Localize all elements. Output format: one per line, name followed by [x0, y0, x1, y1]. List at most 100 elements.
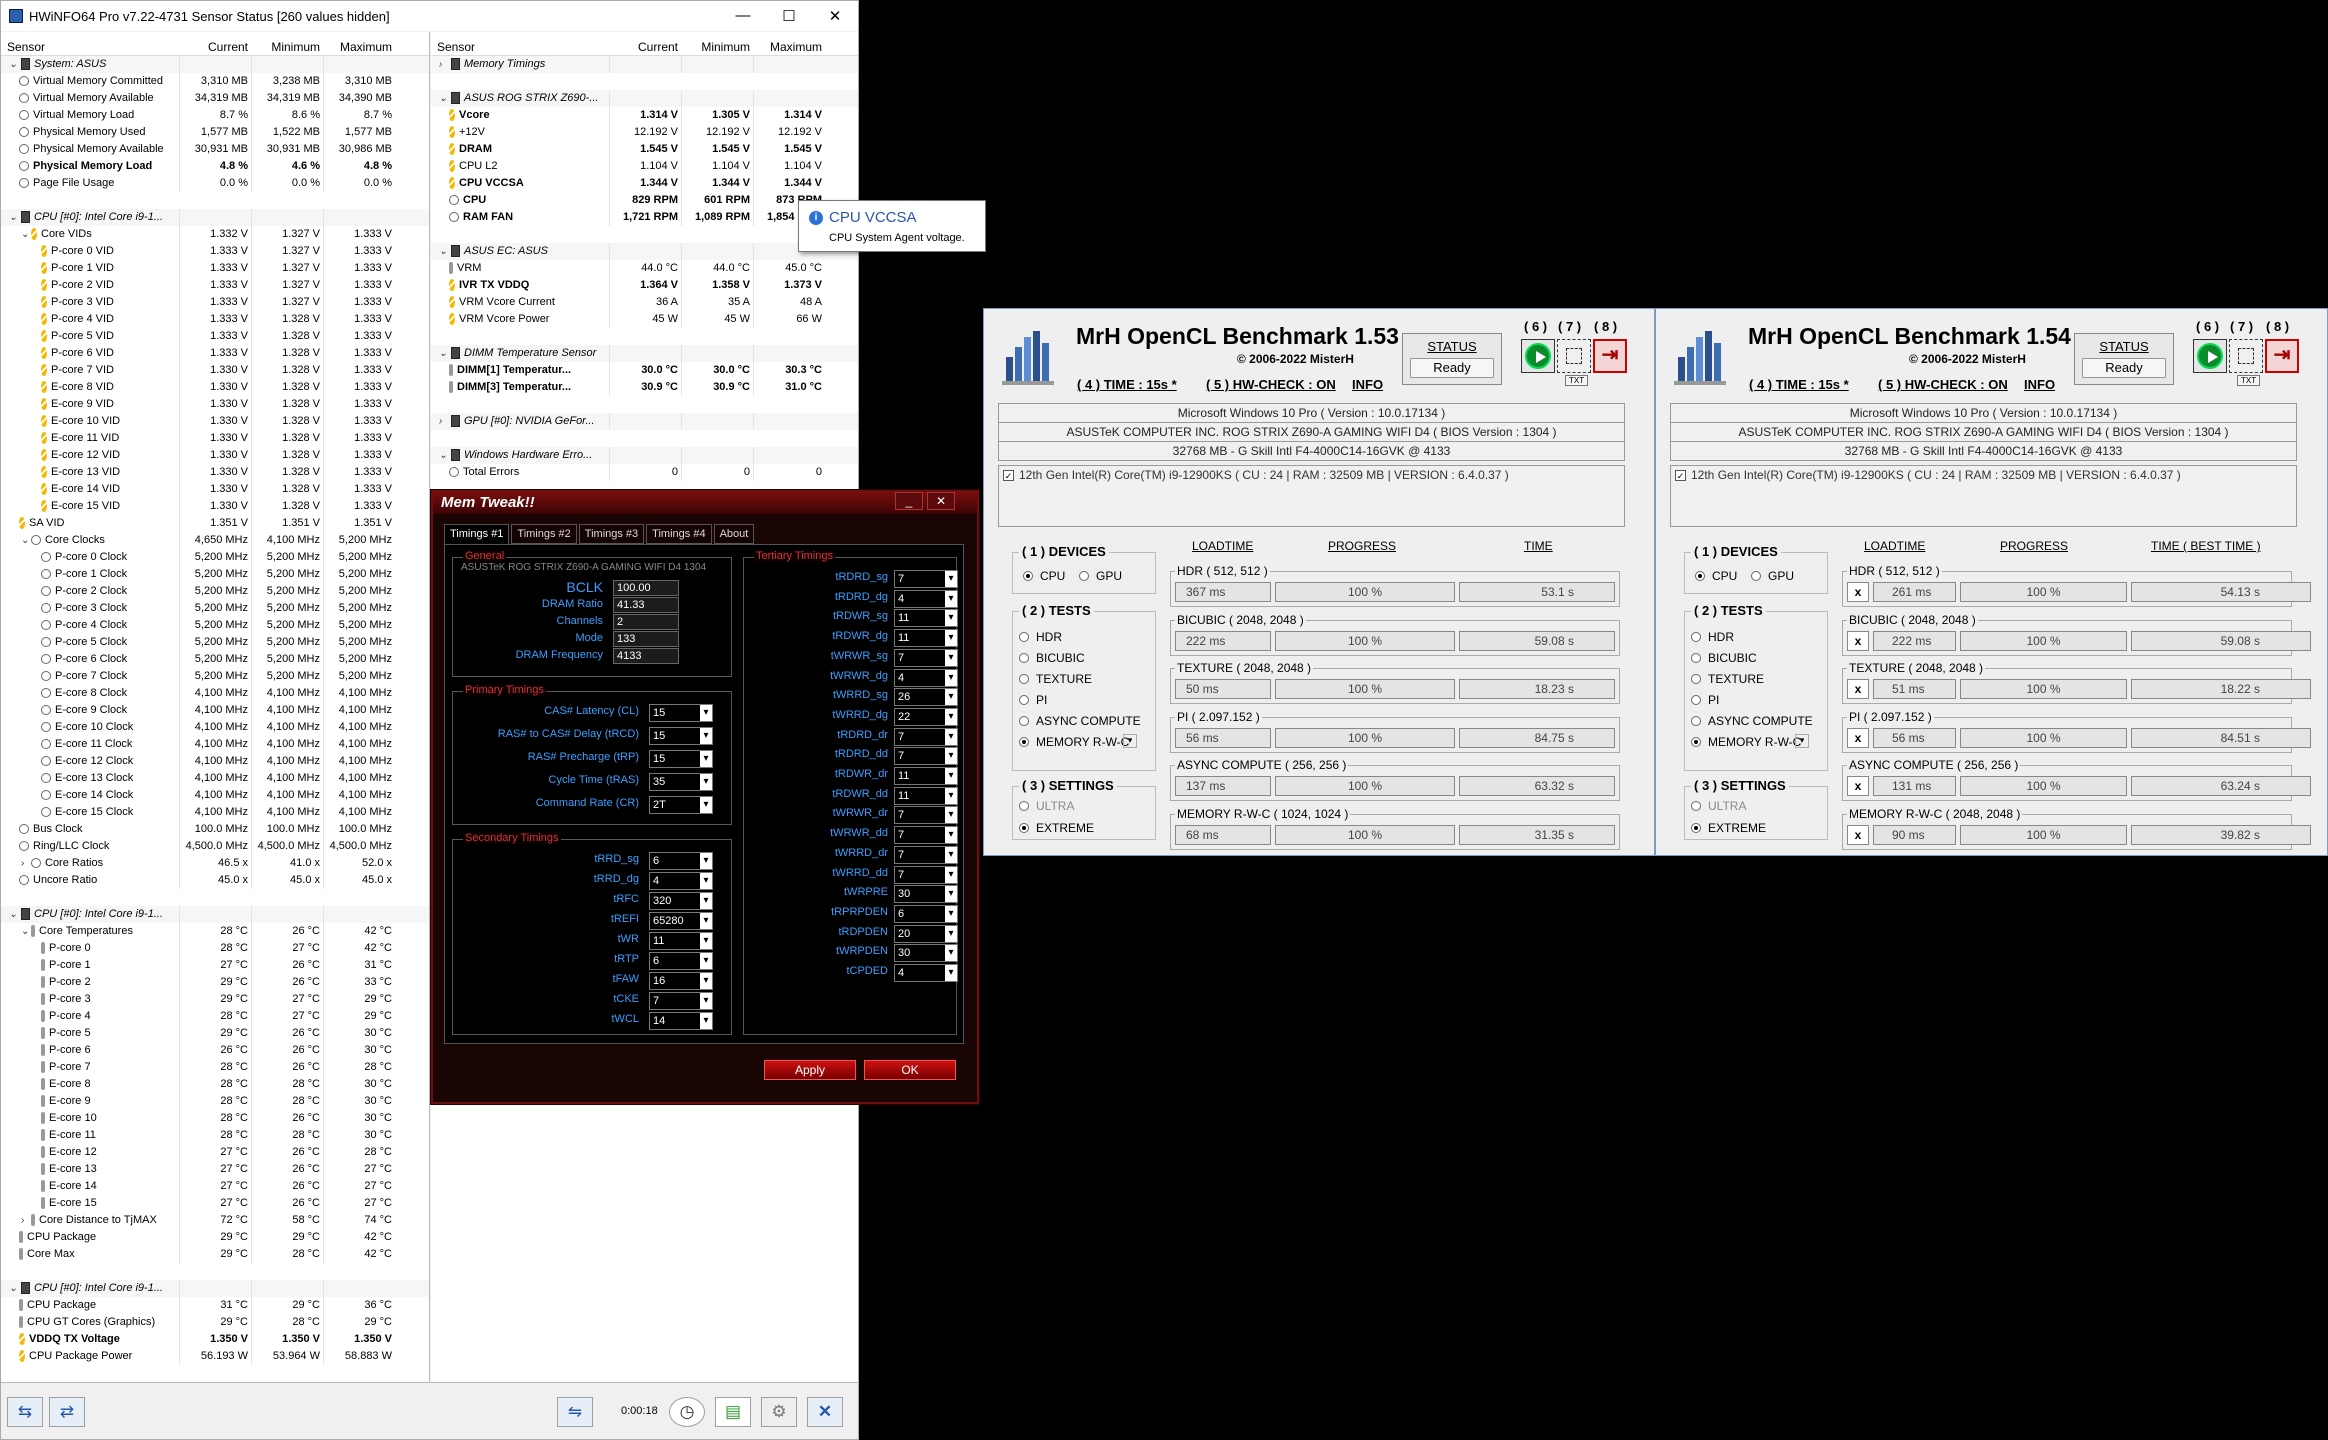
sensor-row[interactable]: P-core 0 VID 1.333 V 1.327 V 1.333 V [1, 243, 429, 260]
collapse-icon[interactable]: ⌄ [9, 906, 19, 923]
sensor-row[interactable]: Page File Usage 0.0 % 0.0 % 0.0 % [1, 175, 429, 192]
timing-dropdown[interactable]: 11 [894, 609, 958, 628]
sensor-row[interactable]: P-core 3 29 °C 27 °C 29 °C [1, 991, 429, 1008]
timing-dropdown[interactable]: 11 [894, 629, 958, 648]
sensor-row[interactable]: Bus Clock 100.0 MHz 100.0 MHz 100.0 MHz [1, 821, 429, 838]
sensor-row[interactable]: Total Errors 0 0 0 [431, 464, 858, 481]
sensor-row[interactable]: CPU Package Power 56.193 W 53.964 W 58.883 … [1, 1348, 429, 1365]
sensor-row[interactable]: E-core 15 VID 1.330 V 1.328 V 1.333 V [1, 498, 429, 515]
sensor-row[interactable]: P-core 3 Clock 5,200 MHz 5,200 MHz 5,200 MH… [1, 600, 429, 617]
col-maximum[interactable]: Maximum [323, 32, 395, 55]
collapse-icon[interactable]: ⌄ [439, 345, 449, 362]
timing-dropdown[interactable]: 7 [894, 727, 958, 746]
sensor-row[interactable]: ⌄ Core VIDs 1.332 V 1.327 V 1.333 V [1, 226, 429, 243]
sensor-row[interactable]: E-core 12 27 °C 26 °C 28 °C [1, 1144, 429, 1161]
sensor-row[interactable]: Core Max 29 °C 28 °C 42 °C [1, 1246, 429, 1263]
hw-check-link[interactable]: ( 5 ) HW-CHECK : ON [1206, 377, 1336, 392]
cpu-radio[interactable]: CPU [1695, 569, 1737, 583]
timing-dropdown[interactable]: 11 [649, 932, 713, 950]
sensor-row[interactable]: P-core 0 28 °C 27 °C 42 °C [1, 940, 429, 957]
cpu-radio[interactable]: CPU [1023, 569, 1065, 583]
start-button[interactable] [1521, 339, 1555, 373]
sensor-row[interactable]: Virtual Memory Load 8.7 % 8.6 % 8.7 % [1, 107, 429, 124]
sensor-pane-left[interactable]: Sensor Current Minimum Maximum ⌄ System: … [1, 32, 430, 1382]
time-link[interactable]: ( 4 ) TIME : 15s * [1749, 377, 1849, 392]
timing-dropdown[interactable]: 7 [894, 845, 958, 864]
collapse-icon[interactable]: ⌄ [439, 90, 449, 107]
test-radio[interactable]: PI [1691, 693, 1719, 707]
minimize-icon[interactable]: — [720, 7, 766, 25]
col-sensor[interactable]: Sensor [1, 32, 179, 55]
apply-button[interactable]: Apply [764, 1060, 856, 1080]
sensor-row[interactable]: P-core 2 Clock 5,200 MHz 5,200 MHz 5,200 MH… [1, 583, 429, 600]
test-radio[interactable]: BICUBIC [1019, 651, 1085, 665]
sensor-row[interactable]: ⌄ ASUS ROG STRIX Z690-... [431, 90, 858, 107]
sensor-row[interactable]: Uncore Ratio 45.0 x 45.0 x 45.0 x [1, 872, 429, 889]
sensor-row[interactable]: P-core 7 28 °C 26 °C 28 °C [1, 1059, 429, 1076]
sensor-row[interactable]: ⌄ ASUS EC: ASUS [431, 243, 858, 260]
timing-dropdown[interactable]: 4 [894, 668, 958, 687]
sensor-row[interactable]: RAM FAN 1,721 RPM 1,089 RPM 1,854 RPM [431, 209, 858, 226]
result-reset-button[interactable]: x [1847, 824, 1869, 845]
sensor-header-right[interactable]: Sensor Current Minimum Maximum [431, 32, 858, 56]
test-radio[interactable]: MEMORY R-W-C [1019, 735, 1129, 749]
maximize-icon[interactable]: ☐ [766, 7, 812, 25]
expand-icon[interactable]: › [439, 56, 449, 73]
settings-icon[interactable]: ⚙ [761, 1397, 797, 1427]
clock-icon[interactable]: ◷ [669, 1397, 705, 1427]
nav-forward-icon[interactable]: ⇄ [49, 1397, 85, 1427]
timing-dropdown[interactable]: 7 [894, 806, 958, 825]
timing-dropdown[interactable]: 4 [894, 964, 958, 982]
info-link[interactable]: INFO [2024, 377, 2055, 392]
sensor-row[interactable]: DIMM[3] Temperatur... 30.9 °C 30.9 °C 31.0 … [431, 379, 858, 396]
memtweak-close-icon[interactable]: ✕ [927, 492, 955, 510]
collapse-icon[interactable]: ⌄ [9, 56, 19, 73]
sensor-row[interactable]: E-core 9 28 °C 28 °C 30 °C [1, 1093, 429, 1110]
collapse-icon[interactable]: ⌄ [439, 447, 449, 464]
sensor-row[interactable]: E-core 11 28 °C 28 °C 30 °C [1, 1127, 429, 1144]
hwinfo-titlebar[interactable]: HWiNFO64 Pro v7.22-4731 Sensor Status [2… [1, 1, 858, 31]
sensor-row[interactable]: CPU GT Cores (Graphics) 29 °C 28 °C 29 °C [1, 1314, 429, 1331]
sensor-row[interactable]: P-core 3 VID 1.333 V 1.327 V 1.333 V [1, 294, 429, 311]
sensor-row[interactable]: E-core 8 Clock 4,100 MHz 4,100 MHz 4,100 MH… [1, 685, 429, 702]
timing-dropdown[interactable]: 11 [894, 767, 958, 785]
timing-dropdown[interactable]: 7 [894, 826, 958, 845]
sensor-row[interactable]: E-core 8 VID 1.330 V 1.328 V 1.333 V [1, 379, 429, 396]
sensor-row[interactable]: P-core 5 29 °C 26 °C 30 °C [1, 1025, 429, 1042]
sensor-row[interactable]: DRAM 1.545 V 1.545 V 1.545 V [431, 141, 858, 158]
time-link[interactable]: ( 4 ) TIME : 15s * [1077, 377, 1177, 392]
extreme-radio[interactable]: EXTREME [1019, 821, 1094, 835]
timing-dropdown[interactable]: 16 [649, 972, 713, 990]
sensor-row[interactable]: P-core 2 VID 1.333 V 1.327 V 1.333 V [1, 277, 429, 294]
exit-button[interactable]: ⇥ [2265, 339, 2299, 373]
sensor-row[interactable]: P-core 1 27 °C 26 °C 31 °C [1, 957, 429, 974]
collapse-icon[interactable]: ⌄ [21, 532, 31, 549]
sensor-row[interactable]: VRM Vcore Current 36 A 35 A 48 A [431, 294, 858, 311]
result-reset-button[interactable]: x [1847, 679, 1869, 699]
sensor-row[interactable]: Virtual Memory Committed 3,310 MB 3,238 MB… [1, 73, 429, 90]
sensor-row[interactable]: E-core 8 28 °C 28 °C 30 °C [1, 1076, 429, 1093]
sensor-row[interactable]: › Core Distance to TjMAX 72 °C 58 °C 74 °C [1, 1212, 429, 1229]
sensor-row[interactable]: Vcore 1.314 V 1.305 V 1.314 V [431, 107, 858, 124]
sensor-row[interactable]: E-core 14 VID 1.330 V 1.328 V 1.333 V [1, 481, 429, 498]
test-radio[interactable]: ASYNC COMPUTE [1019, 714, 1141, 728]
sensor-row[interactable]: E-core 10 Clock 4,100 MHz 4,100 MHz 4,100 M… [1, 719, 429, 736]
tab-timings-3[interactable]: Timings #3 [578, 524, 645, 544]
sensor-row[interactable]: P-core 6 Clock 5,200 MHz 5,200 MHz 5,200 MH… [1, 651, 429, 668]
sensor-row[interactable]: +12V 12.192 V 12.192 V 12.192 V [431, 124, 858, 141]
sensor-row[interactable]: E-core 11 VID 1.330 V 1.328 V 1.333 V [1, 430, 429, 447]
test-radio[interactable]: TEXTURE [1019, 672, 1092, 686]
timing-dropdown[interactable]: 7 [649, 992, 713, 1010]
col-current[interactable]: Current [609, 32, 681, 55]
sensor-row[interactable]: CPU VCCSA 1.344 V 1.344 V 1.344 V [431, 175, 858, 192]
memtweak-minimize-icon[interactable]: _ [895, 492, 923, 510]
timing-dropdown[interactable]: 6 [649, 852, 713, 870]
sensor-row[interactable]: E-core 15 27 °C 26 °C 27 °C [1, 1195, 429, 1212]
col-sensor[interactable]: Sensor [431, 32, 609, 55]
test-dropdown-icon[interactable]: ▾ [1795, 734, 1809, 748]
timing-dropdown[interactable]: 15 [649, 727, 713, 745]
sensor-row[interactable]: ⌄ DIMM Temperature Sensor [431, 345, 858, 362]
timing-dropdown[interactable]: 22 [894, 707, 958, 726]
sensor-row[interactable]: ⌄ Windows Hardware Erro... [431, 447, 858, 464]
sensor-row[interactable]: E-core 10 28 °C 26 °C 30 °C [1, 1110, 429, 1127]
